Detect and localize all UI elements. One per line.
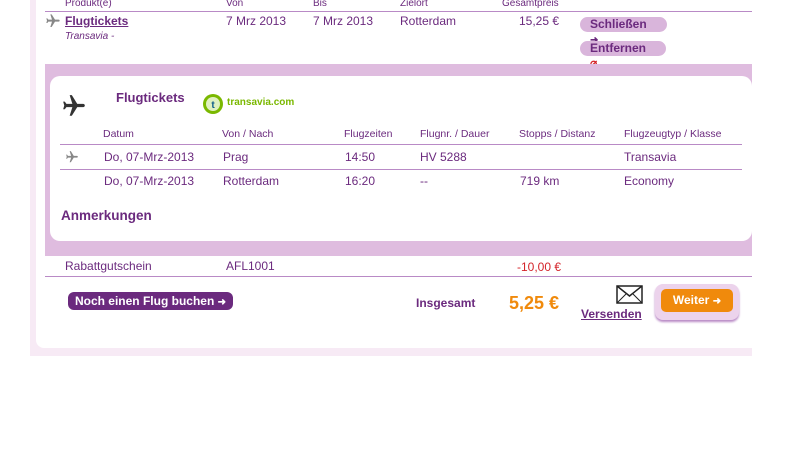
total-label: Insgesamt bbox=[416, 296, 476, 310]
to-date: 7 Mrz 2013 bbox=[313, 14, 374, 28]
close-button-label: Schließen bbox=[590, 17, 647, 31]
voucher-code: AFL1001 bbox=[226, 259, 275, 273]
header-divider bbox=[45, 11, 752, 12]
row2-route: Rotterdam bbox=[223, 174, 280, 188]
col-header-destination: Zielort bbox=[400, 0, 428, 9]
book-another-flight-label: Noch einen Flug buchen bbox=[74, 294, 215, 308]
row1-route: Prag bbox=[223, 150, 249, 164]
col-header-from: Von bbox=[226, 0, 244, 9]
close-button[interactable]: Schließen ➜ bbox=[580, 17, 667, 46]
voucher-amount: -10,00 € bbox=[517, 260, 562, 274]
col-header-to: Bis bbox=[313, 0, 327, 9]
detail-header-divider bbox=[60, 144, 742, 145]
remove-button[interactable]: Entfernen ⌀ bbox=[580, 41, 666, 70]
plane-row-icon bbox=[64, 150, 80, 169]
plane-large-icon bbox=[60, 93, 88, 124]
voucher-divider bbox=[45, 276, 752, 277]
voucher-label: Rabattgutschein bbox=[65, 259, 152, 273]
next-button[interactable]: Weiter ➜ bbox=[661, 289, 733, 312]
remarks-heading: Anmerkungen bbox=[61, 208, 152, 223]
row1-time: 14:50 bbox=[345, 150, 376, 164]
row1-flight-no: HV 5288 bbox=[420, 150, 467, 164]
col-flight-no: Flugnr. / Dauer bbox=[420, 128, 490, 140]
col-date: Datum bbox=[103, 128, 134, 140]
detail-title: Flugtickets bbox=[116, 90, 185, 105]
col-aircraft: Flugzeugtyp / Klasse bbox=[624, 128, 722, 140]
row2-time: 16:20 bbox=[345, 174, 376, 188]
transavia-logo: t transavia.com bbox=[202, 93, 295, 115]
row1-aircraft: Transavia bbox=[624, 150, 677, 164]
row2-date: Do, 07-Mrz-2013 bbox=[104, 174, 195, 188]
row2-class: Economy bbox=[624, 174, 675, 188]
col-times: Flugzeiten bbox=[344, 128, 393, 140]
destination: Rotterdam bbox=[400, 14, 457, 28]
from-date: 7 Mrz 2013 bbox=[226, 14, 287, 28]
product-name-link[interactable]: Flugtickets bbox=[65, 14, 128, 28]
total-value: 5,25 € bbox=[509, 293, 560, 313]
plane-icon bbox=[45, 13, 61, 34]
row2-distance: 719 km bbox=[520, 174, 560, 188]
remove-button-label: Entfernen bbox=[590, 41, 647, 55]
col-header-products: Produkt(e) bbox=[65, 0, 112, 9]
product-price: 15,25 € bbox=[519, 14, 560, 28]
col-stops: Stopps / Distanz bbox=[519, 128, 596, 140]
arrow-right-icon: ➜ bbox=[712, 296, 722, 307]
arrow-right-icon: ➜ bbox=[217, 297, 227, 308]
envelope-icon[interactable] bbox=[616, 285, 643, 309]
row1-date: Do, 07-Mrz-2013 bbox=[104, 150, 195, 164]
send-link[interactable]: Versenden bbox=[581, 307, 642, 321]
logo-text: transavia.com bbox=[227, 97, 295, 108]
book-another-flight-button[interactable]: Noch einen Flug buchen ➜ bbox=[68, 292, 233, 310]
detail-row-divider bbox=[60, 169, 742, 170]
col-route: Von / Nach bbox=[222, 128, 274, 140]
row2-flight-no: -- bbox=[420, 174, 428, 188]
next-button-frame: Weiter ➜ bbox=[655, 284, 739, 320]
next-button-label: Weiter bbox=[672, 293, 710, 307]
col-header-total-price: Gesamtpreis bbox=[502, 0, 559, 9]
carrier-name: Transavia - bbox=[65, 31, 115, 42]
